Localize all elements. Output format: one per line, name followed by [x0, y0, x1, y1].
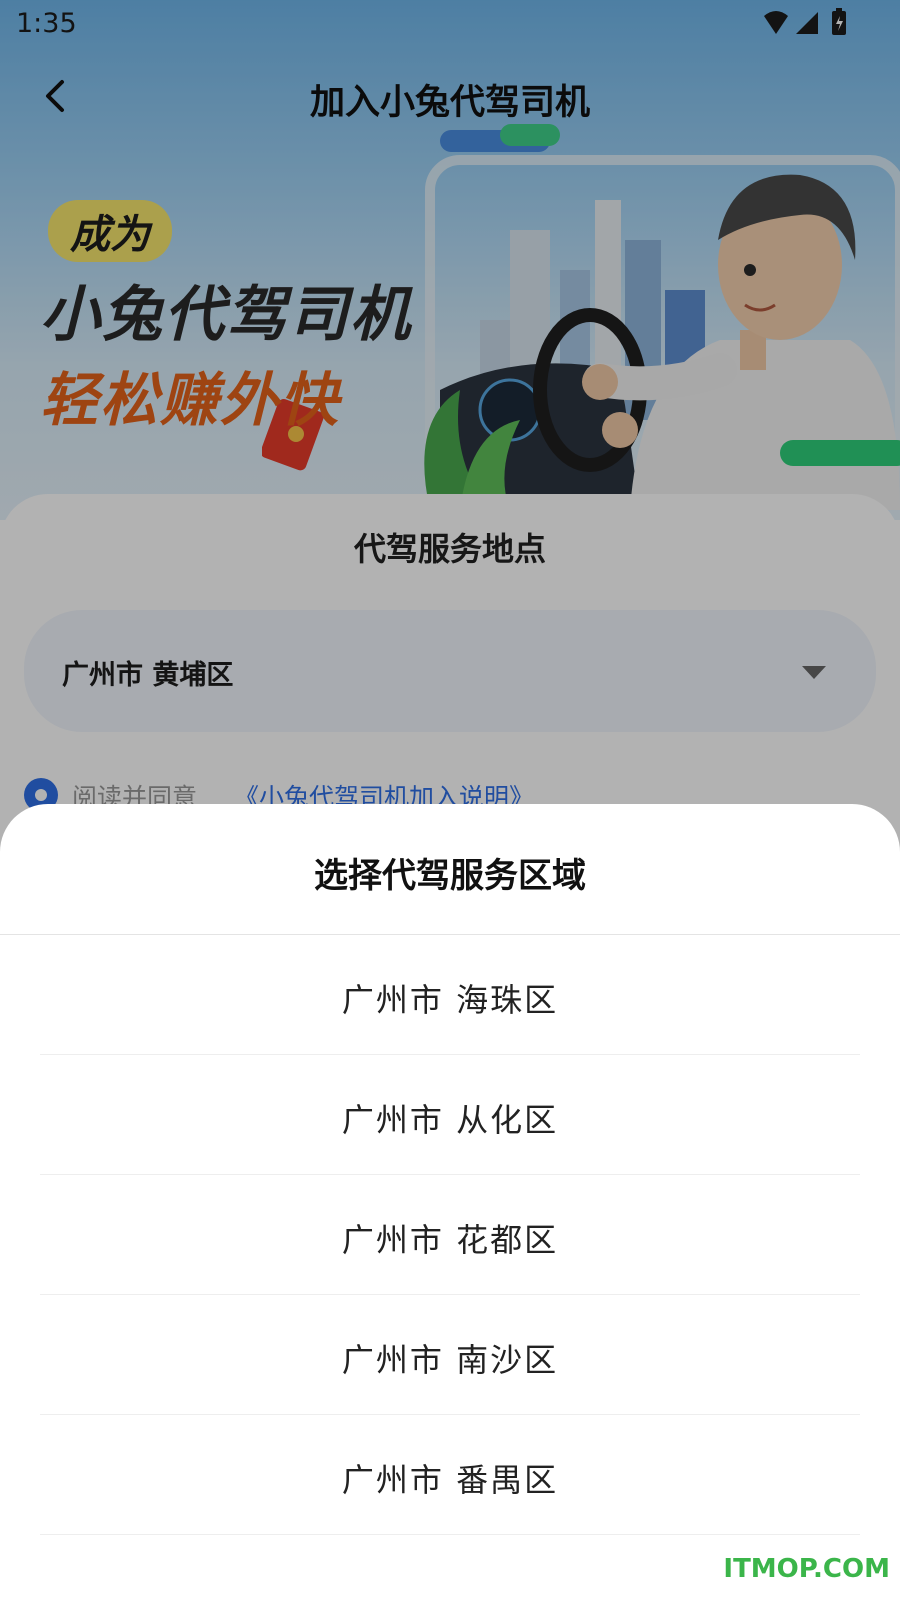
- area-option-label: 广州市 从化区: [341, 1101, 559, 1139]
- area-option[interactable]: 广州市 花都区: [0, 1175, 900, 1295]
- area-option-label: 广州市 海珠区: [341, 981, 559, 1019]
- area-option-label: 广州市 花都区: [341, 1221, 559, 1259]
- area-option-list: 广州市 海珠区 广州市 从化区 广州市 花都区 广州市 南沙区 广州市 番禺区: [0, 935, 900, 1535]
- area-option[interactable]: 广州市 番禺区: [0, 1415, 900, 1535]
- area-option[interactable]: 广州市 海珠区: [0, 935, 900, 1055]
- area-option-label: 广州市 番禺区: [341, 1461, 559, 1499]
- page: 成为 小兔代驾司机 轻松赚外快 1:35 加入小兔代驾司机 代驾服务地点 广州市…: [0, 0, 900, 1600]
- area-option[interactable]: 广州市 南沙区: [0, 1295, 900, 1415]
- area-picker-sheet: 选择代驾服务区域 广州市 海珠区 广州市 从化区 广州市 花都区 广州市 南沙区…: [0, 804, 900, 1600]
- sheet-title: 选择代驾服务区域: [314, 856, 586, 896]
- option-divider: [40, 1534, 860, 1535]
- area-option-label: 广州市 南沙区: [341, 1341, 559, 1379]
- watermark: ITMOP.COM: [723, 1554, 890, 1584]
- area-option[interactable]: 广州市 从化区: [0, 1055, 900, 1175]
